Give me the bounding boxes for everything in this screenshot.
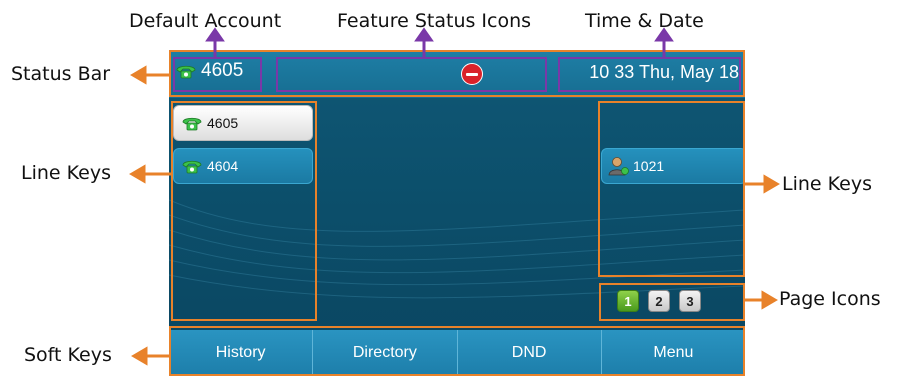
time-date-outline	[558, 57, 741, 92]
soft-keys-callout: Soft Keys	[24, 344, 112, 366]
line-keys-right-outline	[598, 101, 745, 277]
line-keys-right-callout: Line Keys	[782, 173, 872, 195]
page-icons-callout: Page Icons	[779, 288, 881, 310]
time-date-callout: Time & Date	[585, 10, 704, 32]
status-bar-callout: Status Bar	[11, 63, 111, 85]
page-icons-outline	[599, 283, 745, 321]
line-keys-left-callout: Line Keys	[21, 162, 111, 184]
soft-keys-outline	[169, 326, 745, 376]
default-account-callout: Default Account	[129, 10, 282, 32]
line-keys-left-outline	[171, 101, 317, 321]
default-account-outline	[173, 57, 262, 92]
feature-status-outline	[276, 57, 547, 92]
feature-status-icons-callout: Feature Status Icons	[337, 10, 532, 32]
